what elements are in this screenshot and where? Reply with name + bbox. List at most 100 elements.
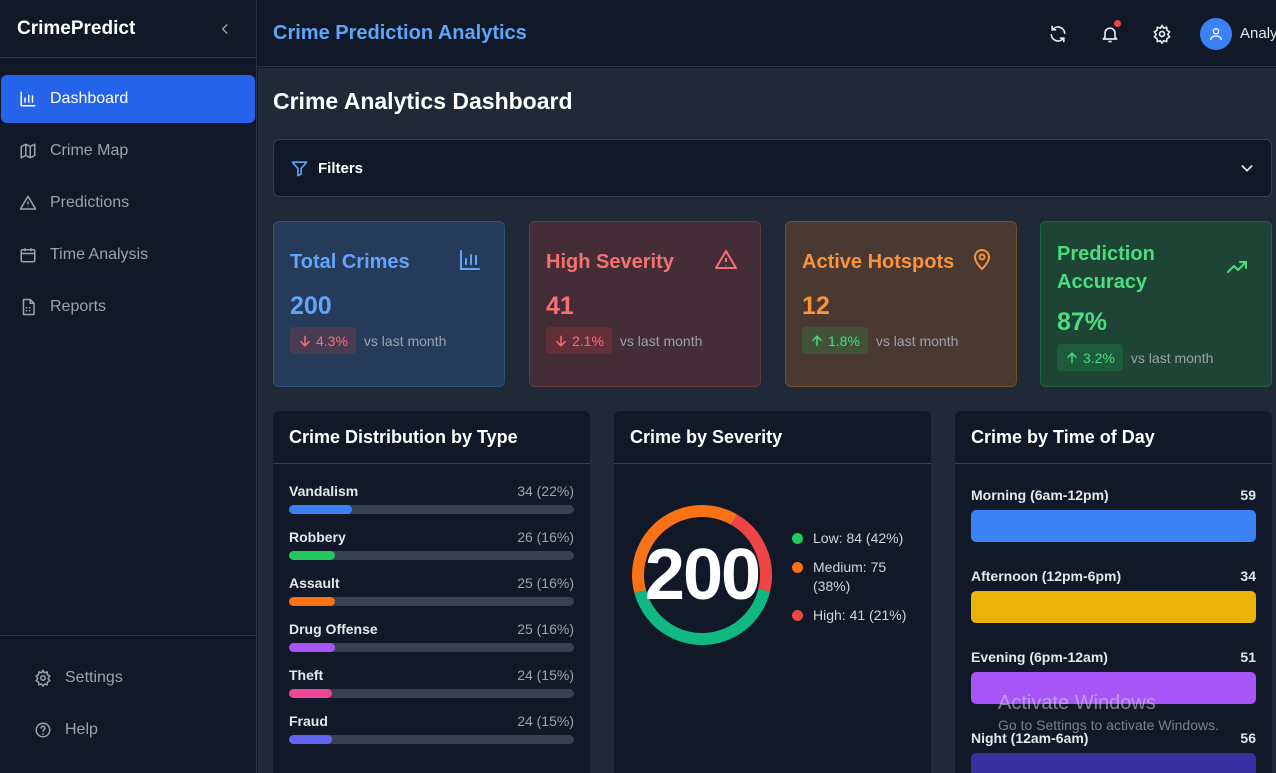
panel-title: Crime by Severity (614, 411, 931, 464)
time-period-value: 34 (1240, 568, 1256, 584)
filter-icon (291, 160, 308, 176)
trend-caption: vs last month (1130, 349, 1214, 366)
gear-icon (1153, 23, 1171, 44)
crime-type-bar (289, 643, 335, 652)
arrow-down-icon (556, 335, 566, 347)
crime-type-bar (289, 505, 352, 514)
legend-label: High: 41 (21%) (813, 607, 907, 623)
crime-type-name: Fraud (289, 713, 328, 729)
time-period-bar (971, 672, 1256, 704)
time-of-day-list: Morning (6am-12pm) 59 Afternoon (12pm-6pm)… (955, 461, 1272, 773)
user-avatar[interactable] (1200, 17, 1232, 50)
crime-type-count: 24 (15%) (517, 713, 574, 729)
crime-type-bar-track (289, 505, 574, 514)
time-period-bar (971, 591, 1256, 623)
arrow-up-icon (812, 334, 822, 346)
stat-title: Total Crimes (290, 251, 410, 273)
crime-type-label-row: Drug Offense 25 (16%) (289, 621, 574, 637)
crime-type-label-row: Assault 25 (16%) (289, 575, 574, 591)
stat-title: High Severity (546, 251, 674, 273)
legend-item-low: Low: 84 (42%) (792, 529, 922, 548)
stat-trend: 1.8% vs last month (802, 327, 958, 354)
trend-value: 2.1% (572, 332, 604, 349)
user-name[interactable]: Analys (1240, 25, 1276, 42)
crime-type-bar (289, 551, 335, 560)
sidebar-item-label: Help (65, 721, 98, 738)
crime-type-row: Theft 24 (15%) (289, 648, 574, 698)
trend-badge: 3.2% (1057, 344, 1123, 371)
crime-type-count: 25 (16%) (517, 621, 574, 637)
trend-value: 1.8% (828, 332, 860, 349)
time-label-row: Evening (6pm-12am) 51 (971, 649, 1256, 665)
bell-icon (1102, 26, 1118, 42)
time-of-day-row: Evening (6pm-12am) 51 (971, 623, 1256, 704)
crime-type-row: Drug Offense 25 (16%) (289, 602, 574, 652)
sidebar-item-label: Settings (65, 669, 123, 686)
crime-type-bar-track (289, 735, 574, 744)
crime-type-list: Vandalism 34 (22%) Robbery 26 (16%) Assault 2… (273, 464, 590, 744)
time-label-row: Afternoon (12pm-6pm) 34 (971, 568, 1256, 584)
sidebar-item-predictions[interactable]: Predictions (1, 179, 255, 227)
help-circle-icon (33, 720, 53, 740)
trend-caption: vs last month (363, 332, 447, 349)
stat-trend: 3.2% vs last month (1057, 344, 1213, 371)
alert-triangle-icon (18, 193, 38, 213)
severity-donut: 200 (630, 503, 774, 647)
crime-type-bar (289, 689, 332, 698)
time-period-value: 51 (1240, 649, 1256, 665)
crime-type-bar-track (289, 551, 574, 560)
stat-trend: 4.3% vs last month (290, 327, 446, 354)
page-title: Crime Analytics Dashboard (273, 88, 573, 114)
sidebar-item-settings[interactable]: Settings (0, 652, 256, 704)
collapse-sidebar-button[interactable] (216, 20, 234, 38)
time-period-bar (971, 753, 1256, 773)
crime-type-label-row: Theft 24 (15%) (289, 667, 574, 683)
sidebar-item-label: Dashboard (50, 90, 129, 107)
map-icon (18, 141, 38, 161)
time-of-day-row: Afternoon (12pm-6pm) 34 (971, 542, 1256, 623)
notifications-button[interactable] (1098, 19, 1122, 46)
time-period-label: Evening (6pm-12am) (971, 649, 1108, 665)
trending-up-icon (1227, 261, 1247, 273)
filters-toggle[interactable]: Filters (273, 139, 1272, 197)
crime-type-bar-track (289, 689, 574, 698)
sidebar-item-label: Reports (50, 298, 107, 315)
sidebar-item-crime-map[interactable]: Crime Map (1, 127, 255, 175)
crime-type-label-row: Fraud 24 (15%) (289, 713, 574, 729)
main-content: Crime Analytics Dashboard Filters Total … (258, 68, 1276, 773)
stat-card-prediction-accuracy: Prediction Accuracy 87% 3.2% vs last mon… (1040, 221, 1272, 387)
notification-badge (1114, 19, 1121, 27)
time-period-label: Morning (6am-12pm) (971, 487, 1109, 503)
time-label-row: Morning (6am-12pm) 59 (971, 487, 1256, 503)
crime-type-name: Assault (289, 575, 340, 591)
top-actions: Analys (1046, 0, 1276, 67)
crime-type-name: Robbery (289, 529, 346, 545)
legend-label: Low: 84 (42%) (813, 530, 904, 546)
trend-value: 4.3% (316, 332, 348, 349)
trend-badge: 2.1% (546, 327, 612, 354)
legend-item-high: High: 41 (21%) (792, 606, 922, 625)
stat-value: 12 (802, 292, 830, 320)
time-period-label: Afternoon (12pm-6pm) (971, 568, 1122, 584)
stat-value: 41 (546, 292, 574, 320)
stat-title: Active Hotspots (802, 251, 955, 273)
file-report-icon (18, 297, 38, 317)
map-pin-icon (973, 249, 991, 271)
arrow-down-icon (300, 335, 310, 347)
sidebar-item-dashboard[interactable]: Dashboard (1, 75, 255, 123)
stat-title: Prediction Accuracy (1057, 243, 1155, 293)
calendar-icon (18, 245, 38, 265)
crime-type-row: Vandalism 34 (22%) (289, 464, 574, 514)
settings-button[interactable] (1150, 22, 1174, 46)
refresh-button[interactable] (1046, 22, 1070, 46)
sidebar-item-time-analysis[interactable]: Time Analysis (1, 231, 255, 279)
sidebar-item-reports[interactable]: Reports (1, 283, 255, 331)
user-icon (1210, 27, 1222, 40)
crime-type-bar-track (289, 643, 574, 652)
donut-total: 200 (644, 535, 761, 615)
brand-header: CrimePredict (0, 0, 256, 58)
sidebar-item-help[interactable]: Help (0, 704, 256, 756)
app-title: Crime Prediction Analytics (273, 21, 527, 44)
crime-type-panel: Crime Distribution by Type Vandalism 34 (… (273, 411, 590, 773)
stat-card-active-hotspots: Active Hotspots 12 1.8% vs last month (785, 221, 1017, 387)
